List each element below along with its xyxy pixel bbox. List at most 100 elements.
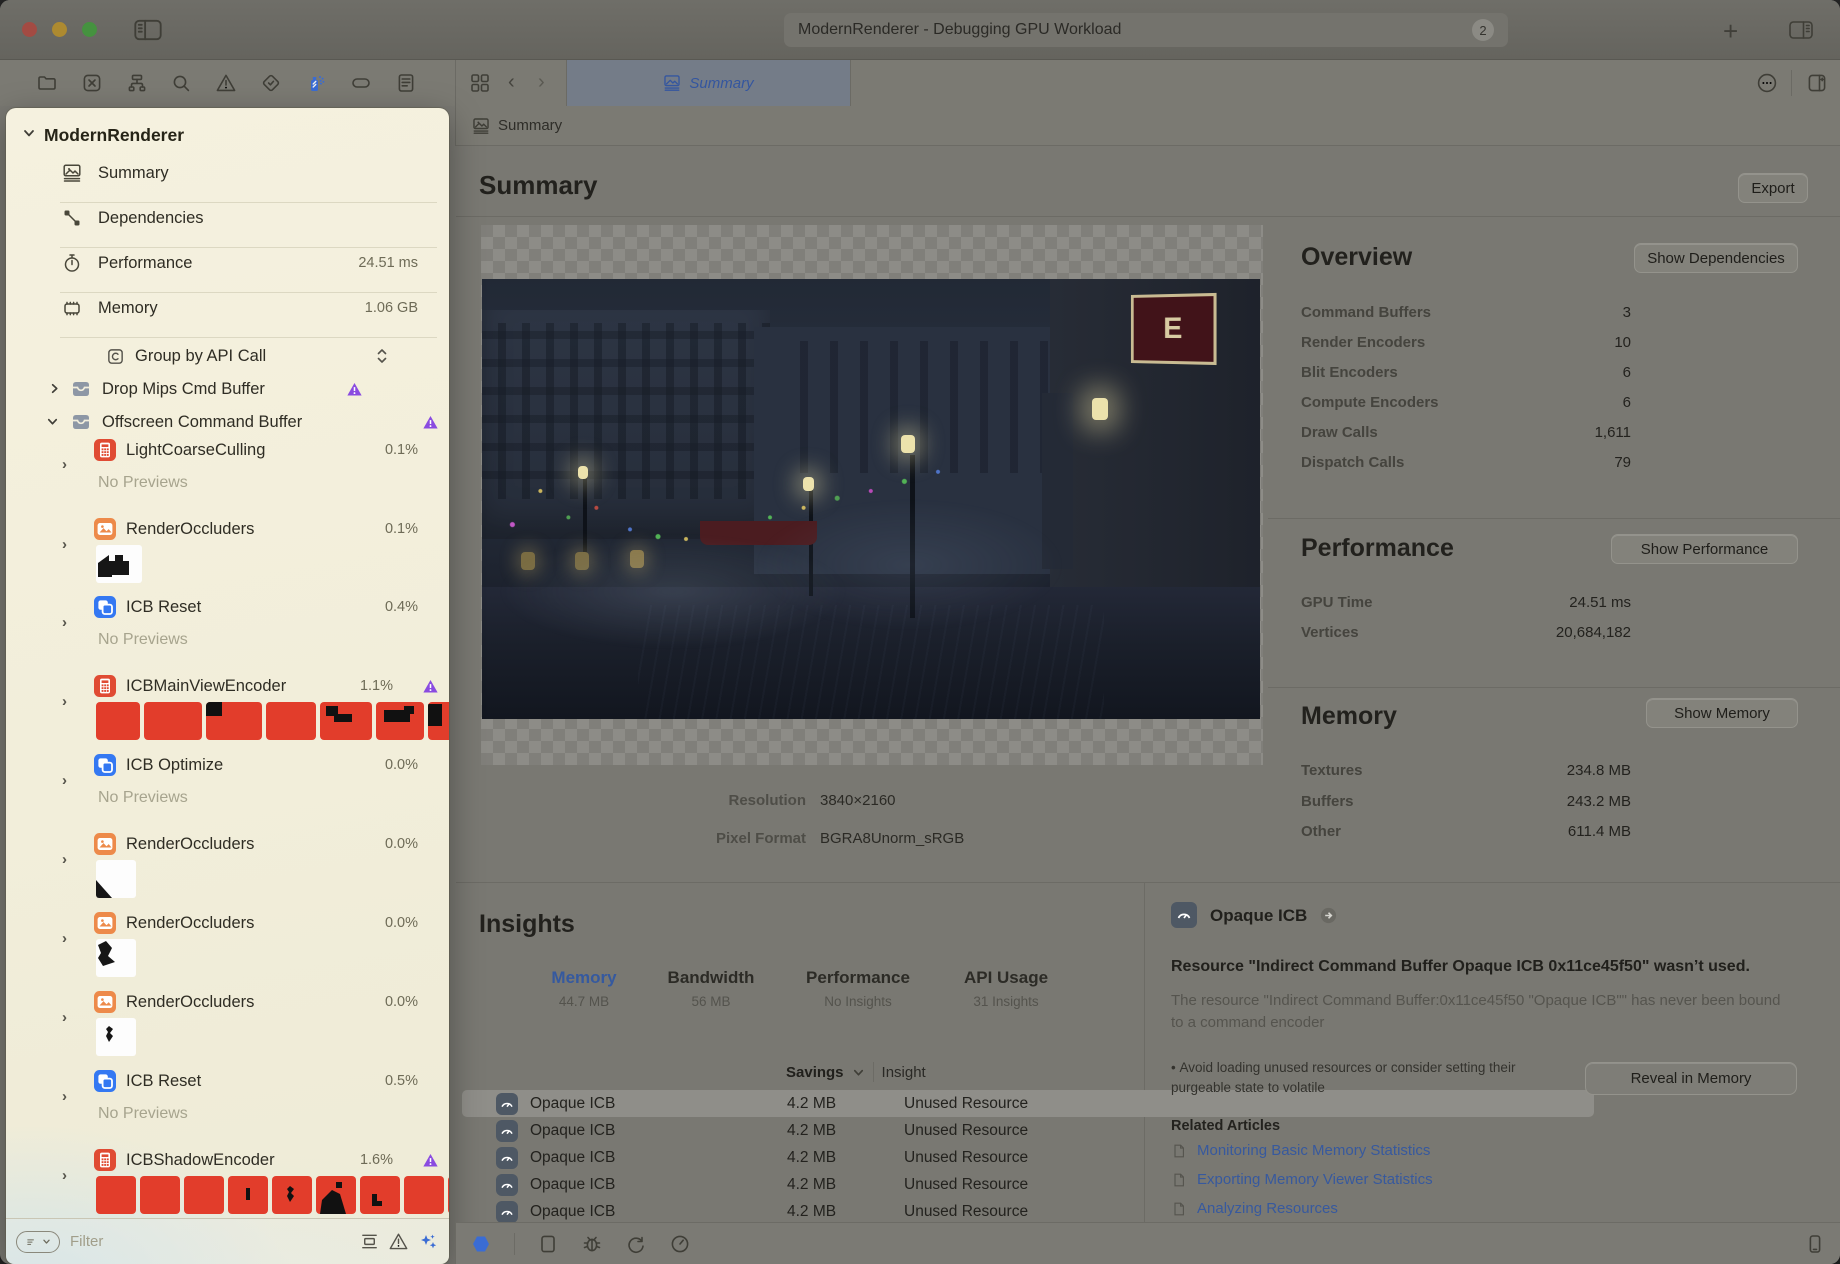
filter-warnings-icon[interactable] — [388, 1231, 409, 1252]
window-title-pill[interactable]: ModernRenderer - Debugging GPU Workload … — [784, 13, 1508, 47]
related-link[interactable]: Analyzing Resources — [1171, 1200, 1338, 1217]
sidebar-encoder-renderoccluders[interactable]: RenderOccluders 0.0% — [6, 829, 449, 859]
show-performance-button[interactable]: Show Performance — [1611, 534, 1798, 564]
test-navigator-icon[interactable] — [260, 72, 282, 94]
render-preview-thumbnail[interactable] — [96, 545, 142, 583]
reveal-in-memory-button[interactable]: Reveal in Memory — [1585, 1062, 1797, 1095]
render-preview-thumbnail[interactable] — [96, 939, 136, 977]
sidebar-root-row[interactable]: ModernRenderer — [6, 120, 449, 150]
gpu-frame-preview-image[interactable]: E — [482, 279, 1260, 719]
show-dependencies-button[interactable]: Show Dependencies — [1634, 243, 1798, 273]
more-options-icon[interactable] — [1756, 72, 1778, 94]
minimize-window-button[interactable] — [52, 22, 67, 37]
sidebar-group-by-api-call[interactable]: Group by API Call — [6, 341, 449, 371]
tab-overview-grid-icon[interactable] — [469, 72, 491, 94]
render-preview-thumbnails[interactable] — [96, 702, 449, 740]
document-icon — [1171, 1143, 1187, 1159]
filter-options-icon[interactable] — [16, 1231, 60, 1253]
warning-icon — [422, 414, 439, 431]
chevron-right-icon[interactable]: › — [62, 693, 67, 710]
breadcrumb-item[interactable]: Summary — [498, 117, 562, 134]
sidebar-toggle-icon[interactable] — [133, 17, 163, 43]
sidebar-encoder-icb-optimize[interactable]: ICB Optimize 0.0% — [6, 750, 449, 780]
detail-suggestion: • Avoid loading unused resources or cons… — [1171, 1058, 1561, 1097]
api-call-icon — [106, 347, 125, 366]
report-navigator-icon[interactable] — [395, 72, 417, 94]
issue-navigator-icon[interactable] — [215, 72, 237, 94]
chevron-right-icon[interactable]: › — [62, 456, 67, 473]
sidebar-encoder-icb-reset[interactable]: ICB Reset 0.5% — [6, 1066, 449, 1096]
icb-gauge-icon — [496, 1093, 518, 1115]
sort-dropdown[interactable]: Savings — [786, 1064, 844, 1081]
chevron-right-icon[interactable]: › — [62, 536, 67, 553]
sidebar-drop-mips-cmd-buffer[interactable]: Drop Mips Cmd Buffer — [6, 374, 449, 404]
breakpoint-navigator-icon[interactable] — [350, 72, 372, 94]
close-window-button[interactable] — [22, 22, 37, 37]
add-editor-icon[interactable] — [1806, 72, 1828, 94]
split-editor-icon[interactable] — [1788, 18, 1814, 42]
chevron-right-icon[interactable]: › — [62, 930, 67, 947]
tabbar-separator — [1791, 70, 1792, 96]
back-icon[interactable]: ‹ — [508, 71, 515, 94]
export-button[interactable]: Export — [1738, 173, 1808, 203]
stepper-icon[interactable] — [375, 346, 389, 366]
sidebar-item-memory[interactable]: Memory 1.06 GB — [6, 293, 449, 323]
chevron-down-icon[interactable] — [46, 415, 59, 428]
render-preview-thumbnails[interactable] — [96, 1176, 449, 1214]
new-tab-button[interactable]: + — [1723, 16, 1738, 47]
show-memory-button[interactable]: Show Memory — [1646, 698, 1798, 728]
related-link[interactable]: Monitoring Basic Memory Statistics — [1171, 1142, 1430, 1159]
chevron-down-icon[interactable] — [852, 1066, 865, 1079]
chevron-right-icon[interactable]: › — [62, 1009, 67, 1026]
zoom-window-button[interactable] — [82, 22, 97, 37]
filter-input[interactable] — [68, 1232, 351, 1251]
flatten-hierarchy-icon[interactable] — [359, 1231, 380, 1252]
sidebar-item-performance[interactable]: Performance 24.51 ms — [6, 248, 449, 278]
related-link[interactable]: Exporting Memory Viewer Statistics — [1171, 1171, 1433, 1188]
view-frame-icon[interactable] — [537, 1233, 559, 1255]
chevron-right-icon[interactable]: › — [62, 1088, 67, 1105]
search-navigator-icon[interactable] — [170, 72, 192, 94]
document-icon — [1171, 1201, 1187, 1217]
chevron-right-icon[interactable]: › — [62, 851, 67, 868]
debug-bug-icon[interactable] — [581, 1233, 603, 1255]
project-navigator-icon[interactable] — [36, 72, 58, 94]
debug-navigator-icon[interactable] — [305, 72, 327, 94]
sidebar-encoder-renderoccluders[interactable]: RenderOccluders 0.1% — [6, 514, 449, 544]
chevron-right-icon[interactable]: › — [62, 614, 67, 631]
memory-title: Memory — [1301, 702, 1397, 731]
insights-tab-memory[interactable]: Memory 44.7 MB — [534, 968, 634, 1009]
render-preview-thumbnail[interactable] — [96, 860, 136, 898]
render-preview-thumbnail[interactable] — [96, 1018, 136, 1056]
sidebar-encoder-renderoccluders[interactable]: RenderOccluders 0.0% — [6, 908, 449, 938]
ai-sparkles-icon[interactable] — [417, 1231, 439, 1253]
compute-encoder-icon — [94, 1149, 116, 1171]
chevron-right-icon[interactable]: › — [62, 772, 67, 789]
sidebar-item-dependencies[interactable]: Dependencies — [6, 203, 449, 233]
chevron-right-icon[interactable]: › — [62, 1167, 67, 1184]
insights-tab-bandwidth[interactable]: Bandwidth 56 MB — [656, 968, 766, 1009]
sidebar-encoder-lightcoarseculling[interactable]: LightCoarseCulling 0.1% — [6, 435, 449, 465]
chevron-right-icon[interactable] — [48, 382, 61, 395]
go-to-resource-icon[interactable] — [1319, 906, 1338, 925]
replay-icon[interactable] — [625, 1233, 647, 1255]
sidebar-root-label: ModernRenderer — [44, 125, 184, 146]
tab-count-badge: 2 — [1472, 19, 1494, 41]
blit-encoder-icon — [94, 596, 116, 618]
sidebar-offscreen-command-buffer[interactable]: Offscreen Command Buffer — [6, 407, 449, 437]
sidebar-encoder-icbmainviewencoder[interactable]: ICBMainViewEncoder 1.1% — [6, 671, 449, 701]
metal-capture-icon[interactable] — [470, 1233, 492, 1255]
device-icon[interactable] — [1804, 1233, 1826, 1255]
sidebar-item-summary[interactable]: Summary — [6, 158, 449, 188]
tab-summary[interactable]: Summary — [566, 60, 851, 106]
forward-icon[interactable]: › — [538, 71, 545, 94]
hierarchy-navigator-icon[interactable] — [126, 72, 148, 94]
insights-tab-api-usage[interactable]: API Usage 31 Insights — [946, 968, 1066, 1009]
gpu-frame-navigator-icon[interactable] — [81, 72, 103, 94]
sidebar-encoder-icb-reset[interactable]: ICB Reset 0.4% — [6, 592, 449, 622]
performance-row: GPU Time24.51 ms — [1301, 594, 1631, 611]
sidebar-encoder-icbshadowencoder[interactable]: ICBShadowEncoder 1.6% — [6, 1145, 449, 1175]
insights-tab-performance[interactable]: Performance No Insights — [788, 968, 928, 1009]
sidebar-encoder-renderoccluders[interactable]: RenderOccluders 0.0% — [6, 987, 449, 1017]
performance-gauge-icon[interactable] — [669, 1233, 691, 1255]
